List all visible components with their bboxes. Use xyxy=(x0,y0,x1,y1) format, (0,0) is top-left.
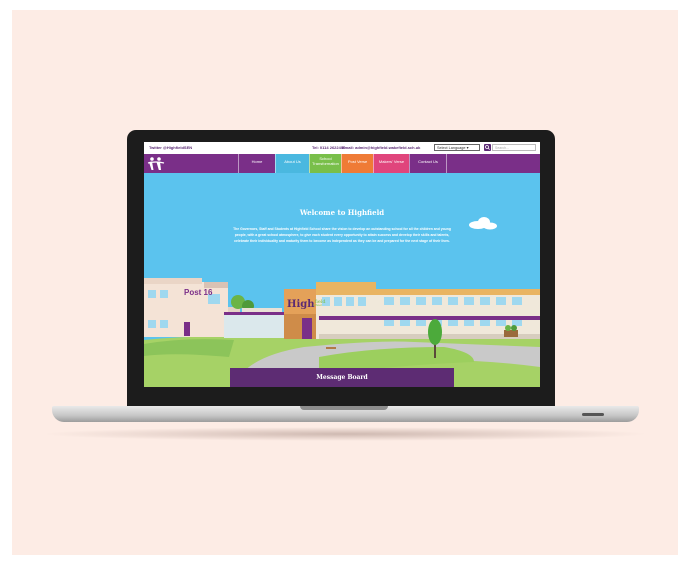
post16-sign: Post 16 xyxy=(184,288,212,297)
school-sign-sub: school xyxy=(313,303,322,307)
post16-sign-text: Post 16 xyxy=(184,288,213,297)
school-sign: Highfield school xyxy=(287,292,326,311)
laptop-slot xyxy=(582,413,604,416)
message-board-title: Message Board xyxy=(316,374,368,381)
school-sign-main: High xyxy=(287,299,315,310)
laptop-screen: Twitter @HighfieldSEN Tel: 0114 2622406 … xyxy=(144,142,540,387)
tree-icon xyxy=(428,319,442,345)
cloud-icon xyxy=(469,217,497,230)
laptop-notch xyxy=(300,406,388,410)
school-illustration xyxy=(144,217,540,387)
message-board-header[interactable]: Message Board xyxy=(230,368,454,387)
laptop-shadow xyxy=(40,427,650,441)
